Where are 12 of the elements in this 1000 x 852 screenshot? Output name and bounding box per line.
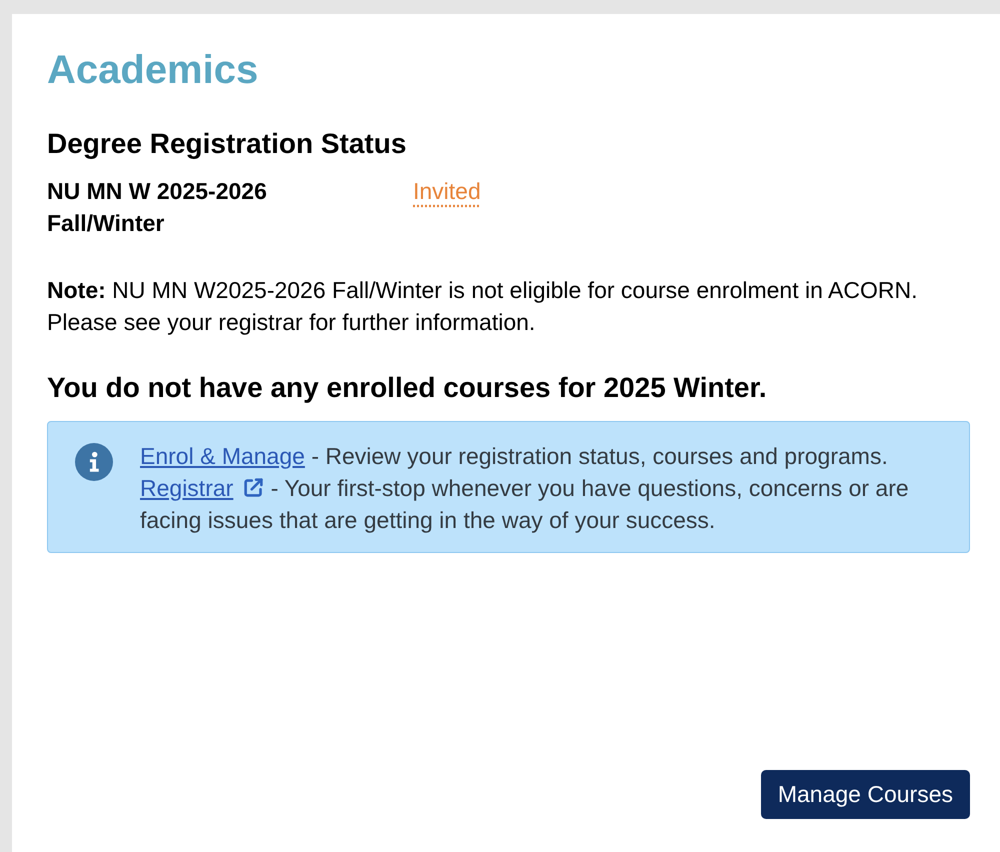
info-paragraph: Enrol & Manage - Review your registration status, courses and programs. (140, 442, 889, 471)
page-title: Academics (47, 48, 258, 92)
program-name: NU MN W 2025-2026 Fall/Winter (47, 177, 268, 238)
section-heading: Degree Registration Status (47, 128, 406, 160)
info-link[interactable]: Enrol & Manage (140, 443, 305, 469)
registration-status[interactable]: Invited (413, 175, 481, 207)
courses-message: You do not have any enrolled courses for 2025 Winter. (47, 372, 767, 404)
info-icon (75, 443, 113, 481)
info-link[interactable]: Registrar (140, 475, 234, 501)
note-paragraph: Note: NU MN W2025-2026 Fall/Winter is not eligible for course enrolment in ACORN. Please see your registrar for further information. (47, 276, 918, 337)
manage-courses-button[interactable]: Manage Courses (760, 770, 970, 819)
info-paragraph: Registrar - Your first-stop whenever you have questions, concerns or are facing issues that are getting in the way of your success. (140, 474, 910, 535)
